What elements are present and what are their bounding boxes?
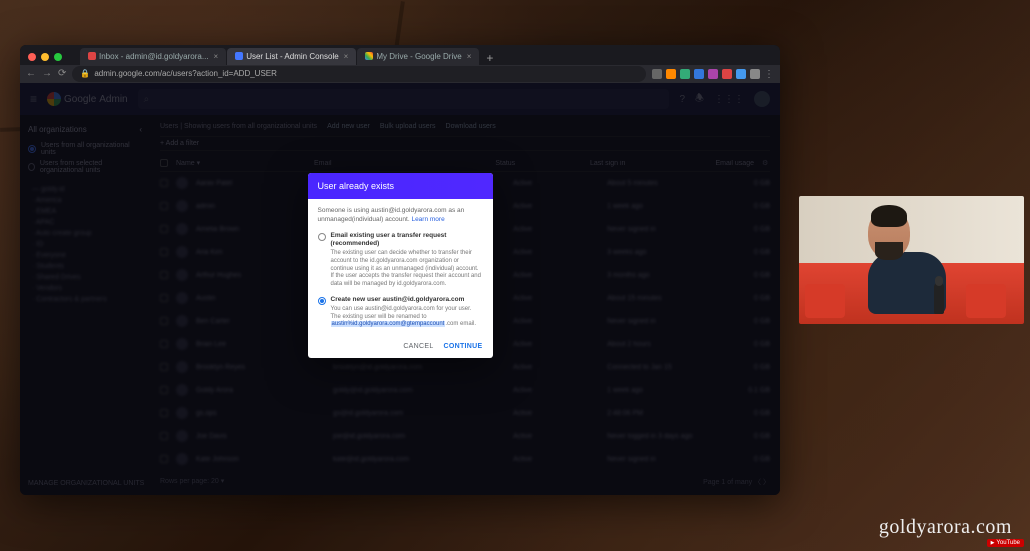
- browser-tab[interactable]: My Drive - Google Drive ×: [357, 48, 479, 65]
- dialog-footer: CANCEL CONTINUE: [308, 337, 493, 358]
- dialog-intro: Someone is using austin@id.goldyarora.co…: [318, 207, 483, 225]
- tab-label: Inbox - admin@id.goldyarora...: [99, 52, 209, 61]
- reload-icon[interactable]: ⟳: [58, 68, 66, 79]
- radio-icon: [318, 233, 326, 241]
- forward-icon[interactable]: →: [42, 68, 52, 79]
- rename-email-highlight: austin%id.goldyarora.com@gtempaccount: [331, 321, 446, 327]
- cancel-button[interactable]: CANCEL: [403, 343, 433, 350]
- maximize-icon[interactable]: [54, 53, 62, 61]
- option-desc: The existing user can decide whether to …: [331, 250, 483, 289]
- url-field[interactable]: 🔒 admin.google.com/ac/users?action_id=AD…: [72, 66, 646, 82]
- close-tab-icon[interactable]: ×: [467, 52, 472, 61]
- favicon-icon: [365, 52, 373, 60]
- watermark: goldyarora.com: [879, 516, 1012, 539]
- tab-label: User List - Admin Console: [246, 52, 338, 61]
- extension-icon[interactable]: [652, 69, 662, 79]
- favicon-icon: [235, 52, 243, 60]
- extension-icon[interactable]: [722, 69, 732, 79]
- address-bar: ← → ⟳ 🔒 admin.google.com/ac/users?action…: [20, 65, 780, 83]
- modal-wrapper: User already exists Someone is using aus…: [20, 83, 780, 495]
- url-text: admin.google.com/ac/users?action_id=ADD_…: [94, 69, 277, 78]
- dialog-title: User already exists: [308, 173, 493, 199]
- extension-icons: ⋮: [652, 69, 774, 79]
- presenter-webcam: [799, 196, 1024, 324]
- browser-window: Inbox - admin@id.goldyarora... × User Lis…: [20, 45, 780, 495]
- browser-tab[interactable]: Inbox - admin@id.goldyarora... ×: [80, 48, 226, 65]
- option-transfer-request[interactable]: Email existing user a transfer request (…: [318, 232, 483, 290]
- microphone-icon: [934, 282, 944, 314]
- minimize-icon[interactable]: [41, 53, 49, 61]
- back-icon[interactable]: ←: [26, 68, 36, 79]
- extension-icon[interactable]: [708, 69, 718, 79]
- window-controls[interactable]: [28, 53, 62, 61]
- continue-button[interactable]: CONTINUE: [444, 343, 483, 350]
- tab-bar: Inbox - admin@id.goldyarora... × User Lis…: [20, 45, 780, 65]
- lock-icon: 🔒: [80, 69, 90, 78]
- option-desc: You can use austin@id.goldyarora.com for…: [331, 306, 483, 329]
- webcam-cushion: [805, 284, 845, 318]
- tab-label: My Drive - Google Drive: [376, 52, 461, 61]
- close-tab-icon[interactable]: ×: [214, 52, 219, 61]
- admin-console-app: ≡ Google Admin ? 🕭 ⋮⋮⋮ All organizations…: [20, 83, 780, 495]
- extension-icon[interactable]: [694, 69, 704, 79]
- learn-more-link[interactable]: Learn more: [411, 216, 444, 223]
- option-title: Email existing user a transfer request (…: [331, 232, 483, 250]
- youtube-badge: YouTube: [987, 539, 1024, 547]
- avatar-icon[interactable]: [750, 69, 760, 79]
- extension-icon[interactable]: [736, 69, 746, 79]
- extension-icon[interactable]: [666, 69, 676, 79]
- close-icon[interactable]: [28, 53, 36, 61]
- option-create-new-user[interactable]: Create new user austin@id.goldyarora.com…: [318, 296, 483, 329]
- extension-icon[interactable]: [680, 69, 690, 79]
- new-tab-button[interactable]: +: [480, 51, 499, 65]
- browser-tab[interactable]: User List - Admin Console ×: [227, 48, 356, 65]
- webcam-cushion: [966, 284, 1006, 318]
- option-title: Create new user austin@id.goldyarora.com: [331, 296, 483, 305]
- menu-icon[interactable]: ⋮: [764, 69, 774, 79]
- favicon-icon: [88, 52, 96, 60]
- user-exists-dialog: User already exists Someone is using aus…: [308, 173, 493, 358]
- radio-icon: [318, 297, 326, 305]
- close-tab-icon[interactable]: ×: [344, 52, 349, 61]
